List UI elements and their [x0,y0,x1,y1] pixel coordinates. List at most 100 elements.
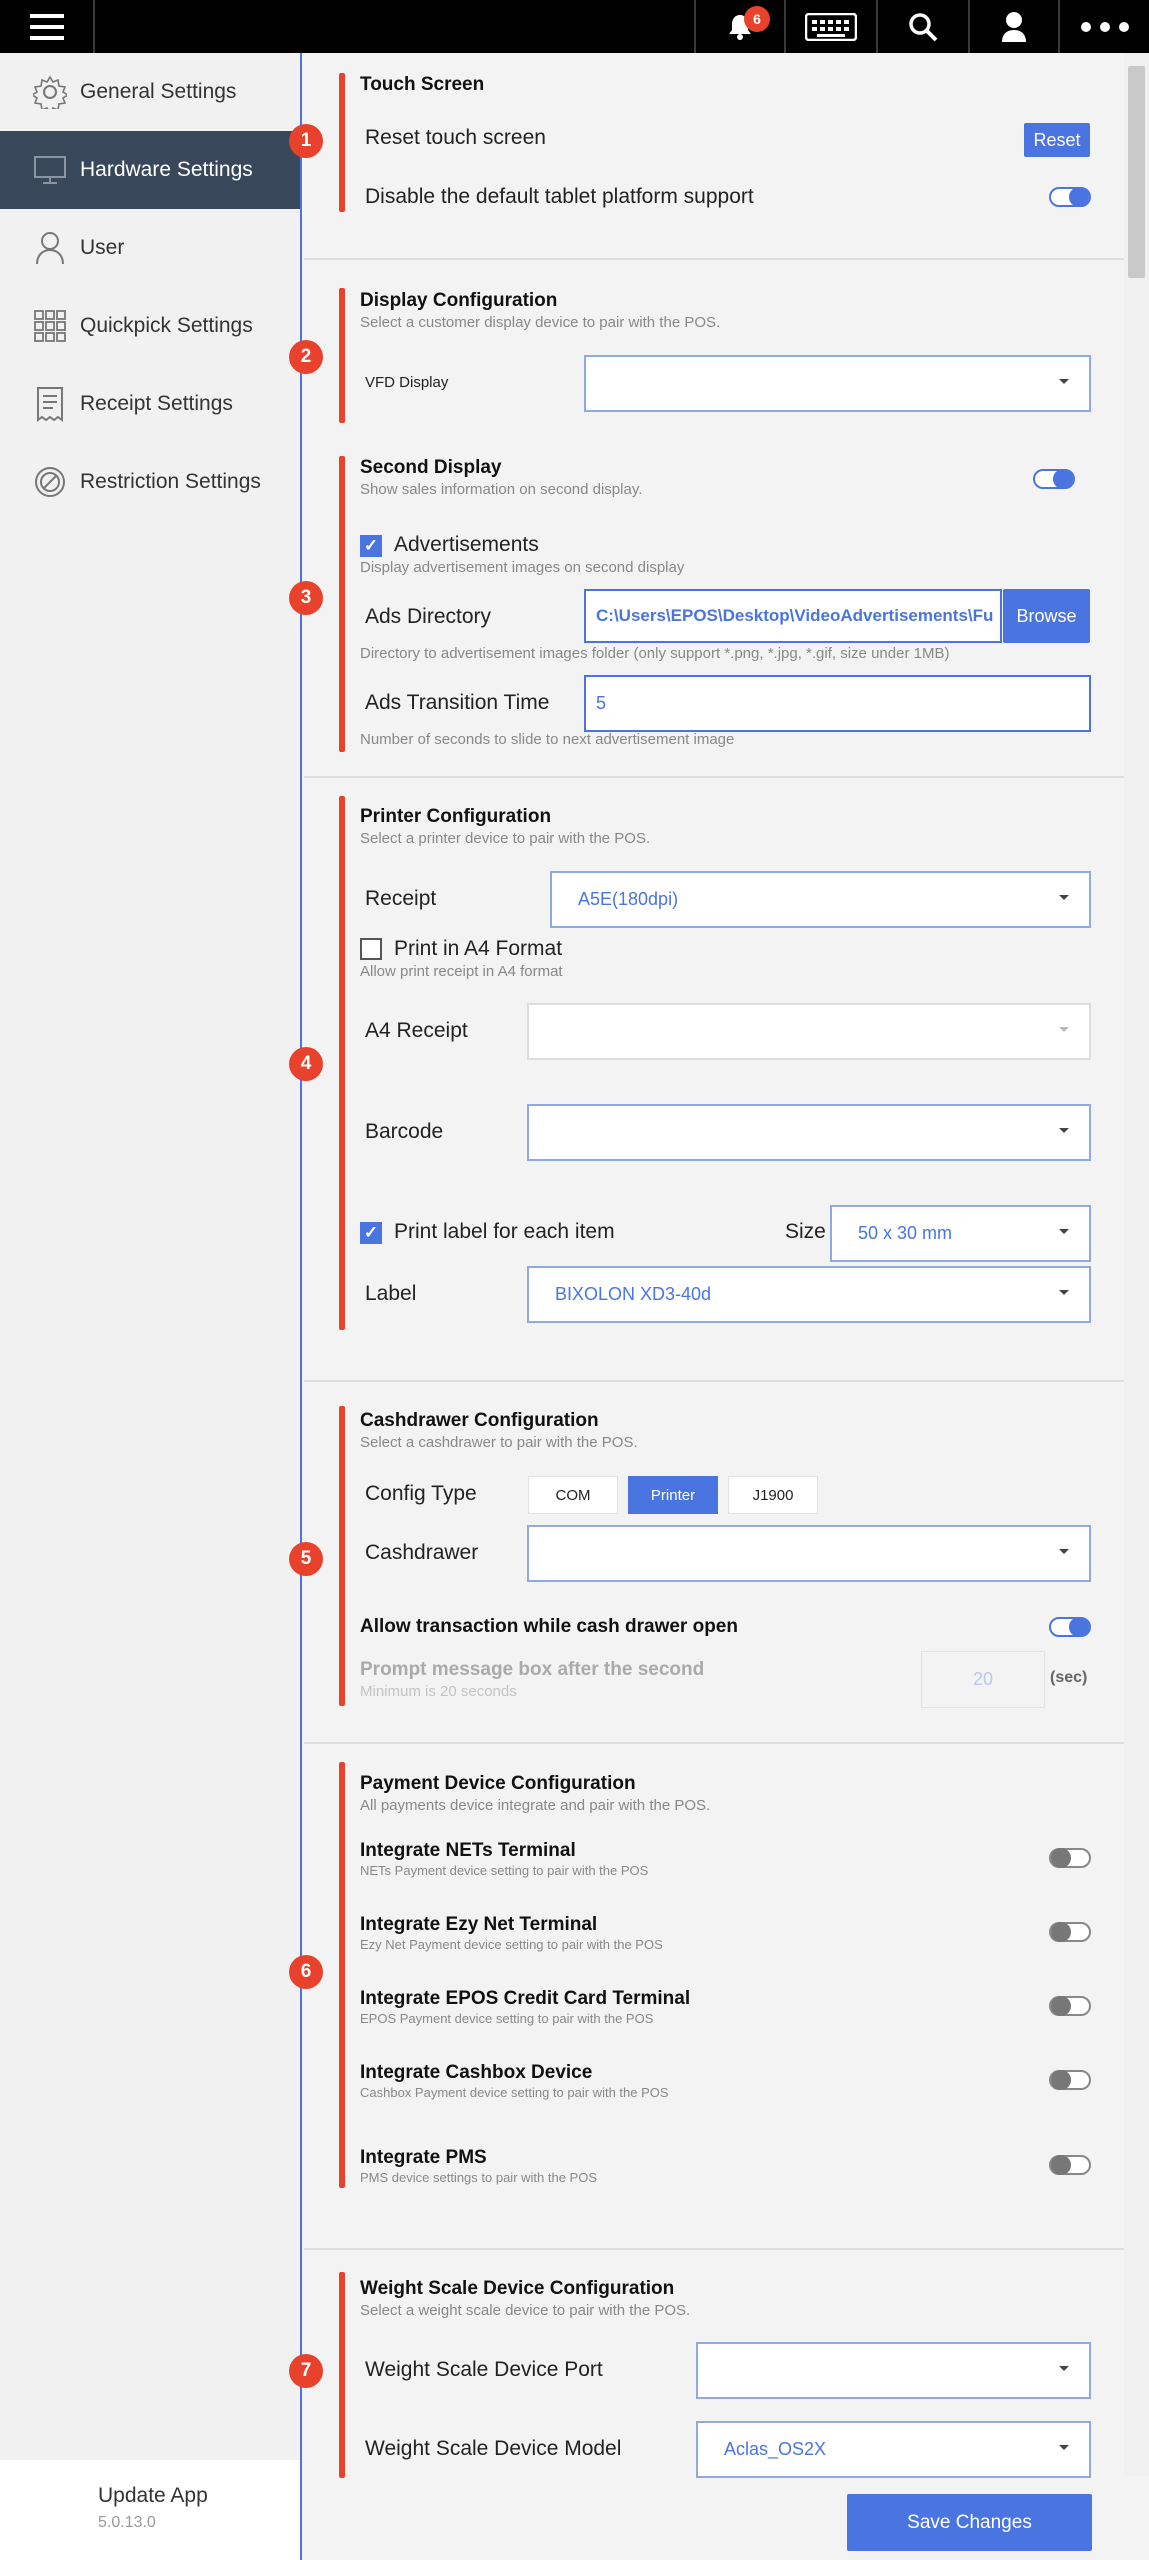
epos-credit-card-toggle[interactable] [1049,1996,1091,2016]
chevron-down-icon [1059,895,1069,900]
config-type-com[interactable]: COM [528,1476,618,1514]
config-type-printer[interactable]: Printer [628,1476,718,1514]
section-number-badge: 1 [289,124,323,158]
prompt-seconds-input[interactable]: 20 [921,1651,1045,1708]
user-account-icon[interactable] [968,0,1058,53]
reset-button[interactable]: Reset [1024,123,1090,157]
keyboard-icon[interactable] [784,0,876,53]
barcode-printer-label: Barcode [365,1120,444,1143]
chevron-down-icon [1059,1290,1069,1295]
allow-transaction-label: Allow transaction while cash drawer open [360,1616,738,1637]
notification-button[interactable]: 6 [694,0,784,53]
section-title: Second Display [360,457,502,478]
section-subtitle: Select a customer display device to pair… [360,314,721,331]
ads-transition-label: Ads Transition Time [365,691,550,714]
menu-icon[interactable] [0,0,95,53]
chevron-down-icon [1059,2445,1069,2450]
sidebar-item-hardware-settings[interactable]: Hardware Settings [0,131,300,209]
chevron-down-icon [1059,1549,1069,1554]
print-a4-checkbox[interactable] [360,938,382,960]
section-number-badge: 5 [289,1542,323,1576]
section-divider [304,2248,1124,2250]
weight-port-label: Weight Scale Device Port [365,2358,603,2381]
second-display-toggle[interactable] [1033,469,1075,489]
scrollbar-thumb[interactable] [1128,66,1145,278]
sidebar-item-quickpick-settings[interactable]: Quickpick Settings [0,287,300,365]
vfd-display-label: VFD Display [365,374,449,391]
a4-receipt-label: A4 Receipt [365,1019,468,1042]
section-title: Cashdrawer Configuration [360,1410,599,1431]
pms-toggle[interactable] [1049,2155,1091,2175]
section-subtitle: All payments device integrate and pair w… [360,1797,711,1814]
section-subtitle: Select a weight scale device to pair wit… [360,2302,691,2319]
section-divider [304,258,1124,260]
grid-icon [32,308,68,344]
section-title: Payment Device Configuration [360,1773,636,1794]
sidebar-item-label: Hardware Settings [80,158,253,181]
receipt-printer-select[interactable]: A5E(180dpi) [550,871,1091,928]
prompt-message-help: Minimum is 20 seconds [360,1683,517,1700]
label-size-value: 50 x 30 mm [858,1223,953,1243]
monitor-icon [32,152,68,188]
label-size-select[interactable]: 50 x 30 mm [830,1205,1091,1262]
ezy-net-terminal-toggle[interactable] [1049,1922,1091,1942]
sidebar-item-user[interactable]: User [0,209,300,287]
ads-directory-label: Ads Directory [365,605,492,628]
chevron-down-icon [1059,1229,1069,1234]
scrollbar-track[interactable] [1124,53,1149,2476]
label-printer-value: BIXOLON XD3-40d [555,1284,712,1304]
disable-tablet-support-toggle[interactable] [1049,187,1091,207]
nets-terminal-toggle[interactable] [1049,1848,1091,1868]
section-subtitle: Select a printer device to pair with the… [360,830,651,847]
notification-badge: 6 [744,6,770,32]
update-app-button[interactable]: Update App 5.0.13.0 [0,2460,300,2560]
print-label-checkbox[interactable]: ✓ [360,1222,382,1244]
cashbox-device-toggle[interactable] [1049,2070,1091,2090]
browse-button[interactable]: Browse [1003,589,1090,643]
save-changes-button[interactable]: Save Changes [847,2494,1092,2551]
section-title: Display Configuration [360,290,558,311]
receipt-icon [32,386,68,422]
print-label-text: Print label for each item [394,1220,615,1243]
ads-transition-help: Number of seconds to slide to next adver… [360,731,735,748]
section-number-badge: 7 [289,2354,323,2388]
chevron-down-icon [1059,379,1069,384]
section-number-badge: 3 [289,581,323,615]
sidebar-item-label: Receipt Settings [80,392,233,415]
config-type-label: Config Type [365,1482,477,1505]
ads-transition-input[interactable]: 5 [584,675,1091,732]
chevron-down-icon [1059,1128,1069,1133]
a4-receipt-select[interactable] [527,1003,1091,1060]
sidebar-item-general-settings[interactable]: General Settings [0,53,300,131]
advertisements-checkbox[interactable]: ✓ [360,535,382,557]
sidebar-item-restriction-settings[interactable]: Restriction Settings [0,443,300,521]
allow-transaction-toggle[interactable] [1049,1617,1091,1637]
section-number-badge: 2 [289,340,323,374]
weight-port-select[interactable] [696,2342,1091,2399]
section-marker [339,796,345,1330]
payment-item-title: Integrate Cashbox Device [360,2062,593,2083]
section-marker [339,2272,345,2478]
ads-directory-input[interactable]: C:\Users\EPOS\Desktop\VideoAdvertisement… [584,589,1002,643]
weight-model-value: Aclas_OS2X [724,2439,827,2459]
search-icon[interactable] [876,0,968,53]
vfd-display-select[interactable] [584,355,1091,412]
sidebar-item-receipt-settings[interactable]: Receipt Settings [0,365,300,443]
more-options-icon[interactable] [1058,0,1149,53]
payment-item-desc: PMS device settings to pair with the POS [360,2170,597,2185]
payment-item-desc: Cashbox Payment device setting to pair w… [360,2085,669,2100]
section-marker [339,73,345,212]
barcode-printer-select[interactable] [527,1104,1091,1161]
section-divider [304,1380,1124,1382]
payment-item-desc: Ezy Net Payment device setting to pair w… [360,1937,663,1952]
print-a4-label: Print in A4 Format [394,937,563,960]
weight-model-select[interactable]: Aclas_OS2X [696,2421,1091,2478]
top-bar: 6 [0,0,1149,53]
section-subtitle: Show sales information on second display… [360,481,643,498]
section-divider [304,1742,1124,1744]
cashdrawer-select[interactable] [527,1525,1091,1582]
config-type-j1900[interactable]: J1900 [728,1476,818,1514]
section-number-badge: 4 [289,1047,323,1081]
receipt-printer-label: Receipt [365,887,437,910]
label-printer-select[interactable]: BIXOLON XD3-40d [527,1266,1091,1323]
